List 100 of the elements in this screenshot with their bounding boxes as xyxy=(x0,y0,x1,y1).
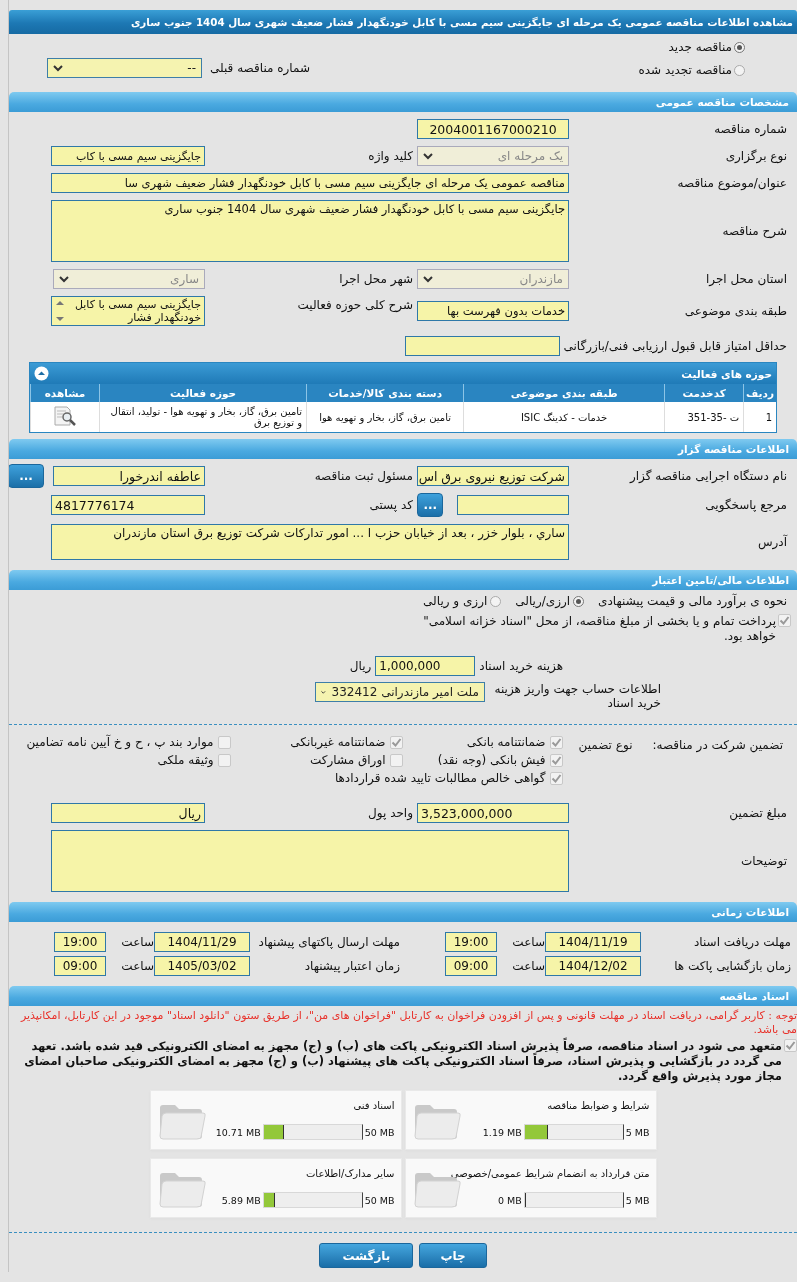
date-field[interactable]: 1404/12/02 xyxy=(545,956,641,976)
field-label: شرح کلی حوزه فعالیت xyxy=(296,297,414,312)
radio-button[interactable] xyxy=(573,595,585,607)
collapse-icon[interactable] xyxy=(34,366,49,381)
text-field[interactable]: 2004001167000210 xyxy=(417,119,569,139)
dropdown[interactable]: ملت امیر مازندرانی 332412 xyxy=(315,682,485,702)
text-field[interactable]: عاطفه اندرخورا xyxy=(53,466,205,486)
table-cell: تامین برق، گاز، بخار و تهویه هوا xyxy=(306,402,464,432)
checkbox-label: پرداخت تمام و یا بخشی از مبلغ مناقصه، از محل "اسناد خزانه اسلامی" خواهد بود. xyxy=(422,614,776,644)
checkbox[interactable] xyxy=(549,771,563,785)
column-header: طبقه بندی موضوعی xyxy=(463,384,665,402)
field-label: نحوه ی برآورد مالی و قیمت پیشنهادی xyxy=(598,594,788,608)
field-label: شهر محل اجرا xyxy=(338,272,414,286)
size-limit: 5 MB xyxy=(625,1194,650,1206)
text-field[interactable]: جایگزینی سیم مسی با کاب xyxy=(51,146,205,166)
field-label: ساعت xyxy=(511,935,545,949)
field-label: نوع تضمین xyxy=(578,737,634,752)
checkbox[interactable] xyxy=(549,735,563,749)
date-field[interactable]: 1405/03/02 xyxy=(154,956,250,976)
field-label: شماره مناقصه قبلی xyxy=(210,61,311,75)
size-limit: 50 MB xyxy=(364,1194,395,1206)
table-cell: ت -35-351 xyxy=(664,402,744,432)
action-button[interactable]: چاپ xyxy=(419,1243,487,1268)
chevron-icon xyxy=(423,152,433,160)
section-header: اطلاعات مالی/تامین اعتبار xyxy=(9,570,797,590)
checkbox-label: فیش بانکی (وجه نقد) xyxy=(437,753,546,767)
checkbox[interactable] xyxy=(778,614,791,627)
text-field[interactable]: 3,523,000,000 xyxy=(417,803,569,823)
section-header: اطلاعات زمانی xyxy=(9,902,797,922)
size-limit: 50 MB xyxy=(364,1126,395,1138)
checkbox[interactable] xyxy=(549,753,563,767)
more-button[interactable]: ... xyxy=(9,464,44,488)
column-header: دسته بندی کالا/خدمات xyxy=(306,384,464,402)
field-label: طبقه بندی موضوعی xyxy=(683,304,788,318)
radio-label: ارزی و ریالی xyxy=(423,594,488,608)
file-name: اسناد فنی xyxy=(352,1099,395,1112)
text-field[interactable]: خدمات بدون فهرست بها xyxy=(417,301,569,321)
file-size: 5.89 MB xyxy=(221,1194,261,1206)
checkbox[interactable] xyxy=(389,735,403,749)
field-label: مسئول ثبت مناقصه xyxy=(313,469,414,483)
section-header: مشخصات مناقصه عمومی xyxy=(9,92,797,112)
panel-title: حوزه های فعالیت xyxy=(681,367,772,380)
radio-button[interactable] xyxy=(734,41,745,53)
field-label: حداقل امتیاز قابل قبول ارزیابی فنی/بازرگانی xyxy=(563,339,788,353)
date-field[interactable]: 1404/11/19 xyxy=(545,932,641,952)
text-field[interactable]: 1,000,000 xyxy=(375,656,476,676)
column-header: کدخدمت xyxy=(664,384,744,402)
field-label: اطلاعات حساب جهت واریز هزینه خرید اسناد xyxy=(493,682,662,710)
radio-label: مناقصه جدید xyxy=(668,40,732,54)
checkbox-label: ضمانتنامه غیربانکی xyxy=(290,735,386,749)
field-label: مبلغ تضمین xyxy=(728,806,788,820)
field-label: کد پستی xyxy=(368,498,414,512)
field-label: کلید واژه xyxy=(367,149,414,163)
text-field[interactable] xyxy=(457,495,569,515)
field-label: ساعت xyxy=(120,959,154,973)
field-label: نوع برگزاری xyxy=(724,149,788,163)
text-field[interactable] xyxy=(404,336,560,356)
field-label: مهلت دریافت اسناد xyxy=(693,935,791,949)
checkbox[interactable] xyxy=(784,1039,797,1052)
page-title: مشاهده اطلاعات مناقصه عمومی یک مرحله ای جایگزینی سیم مسی با کابل خودنگهدار فشار ضعیف شهری سال 1404 جنوب ساری xyxy=(9,10,797,34)
document-search-icon[interactable] xyxy=(53,405,77,427)
field-label: ساعت xyxy=(120,935,154,949)
radio-button[interactable] xyxy=(490,595,502,607)
date-field[interactable]: 1404/11/29 xyxy=(154,932,250,952)
field-label: واحد پول xyxy=(367,806,414,820)
time-field[interactable]: 09:00 xyxy=(54,956,106,976)
column-header: حوزه فعالیت xyxy=(99,384,307,402)
checkbox[interactable] xyxy=(217,753,231,767)
chevron-icon xyxy=(59,275,69,283)
checkbox-label: ضمانتنامه بانکی xyxy=(466,735,546,749)
radio-button[interactable] xyxy=(734,64,745,76)
text-field[interactable]: 4817776174 xyxy=(51,495,205,515)
text-field[interactable]: مناقصه عمومی یک مرحله ای جایگزینی سیم مسی با کابل خودنگهدار فشار ضعیف شهری سا xyxy=(51,173,569,193)
field-label: شرح مناقصه xyxy=(721,224,788,238)
field-label: آدرس xyxy=(756,535,789,549)
file-size: 1.19 MB xyxy=(482,1126,522,1138)
field-label: عنوان/موضوع مناقصه xyxy=(676,176,788,190)
text-area[interactable]: جایگزینی سیم مسی با کابل خودنگهدار فشار xyxy=(51,296,205,326)
column-header: ردیف xyxy=(743,384,776,402)
text-area[interactable]: جایگزینی سیم مسی با کابل خودنگهدار فشار ضعیف شهری سال 1404 جنوب ساری xyxy=(51,200,569,262)
table-cell: 1 xyxy=(743,402,776,432)
text-area[interactable]: ساري ، بلوار خزر ، بعد از خیابان حزب ا ... امور تدارکات شرکت توزیع برق استان مازندران xyxy=(51,524,569,560)
time-field[interactable]: 19:00 xyxy=(445,932,497,952)
more-button[interactable]: ... xyxy=(417,493,444,517)
checkbox[interactable] xyxy=(217,735,231,749)
action-button[interactable]: بازگشت xyxy=(319,1243,414,1268)
radio-label: مناقصه تجدید شده xyxy=(638,63,732,77)
field-label: ساعت xyxy=(511,959,545,973)
dropdown[interactable]: -- xyxy=(47,58,202,78)
file-size: 10.71 MB xyxy=(215,1126,261,1138)
field-label: مرجع پاسخگویی xyxy=(704,498,788,512)
time-field[interactable]: 19:00 xyxy=(54,932,106,952)
text-field[interactable]: شرکت توزیع نیروی برق اس xyxy=(417,466,569,486)
text-field[interactable]: ریال xyxy=(51,803,205,823)
field-label: مهلت ارسال پاکتهای پیشنهاد xyxy=(257,935,400,949)
text-area[interactable] xyxy=(51,830,569,892)
checkbox-label: متعهد می شود در اسناد مناقصه، صرفاً پذیرش اسناد الکترونیکی پاکت های (ب) و (ج) مجهز به امضای الکترونیکی قید شده باشد. تعهد می گردد در بازگشایی و پذیرش اسناد، صرفاً اسناد الکترونیکی پاکت های پیشنهاد (ب) و (ج) مجهز به امضای الکترونیکی صاحبان امضای مجاز مورد پذیرش واقع گردد. xyxy=(23,1039,782,1084)
column-header: مشاهده xyxy=(30,384,100,402)
checkbox[interactable] xyxy=(389,753,403,767)
time-field[interactable]: 09:00 xyxy=(445,956,497,976)
